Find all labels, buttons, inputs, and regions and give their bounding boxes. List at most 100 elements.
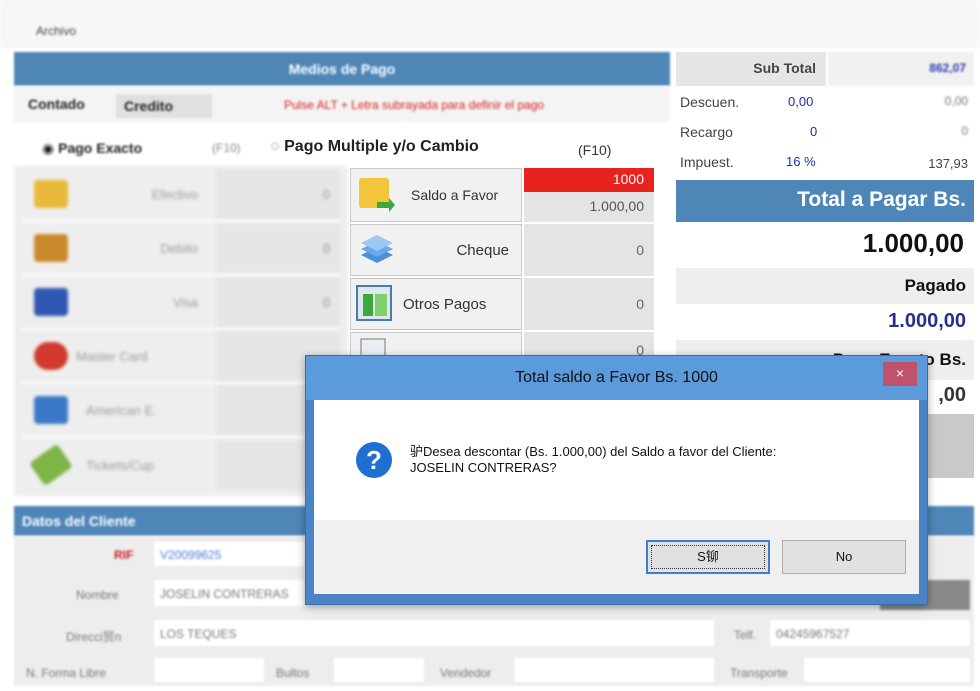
radio-exacto-key: (F10) bbox=[212, 141, 241, 155]
method-value[interactable]: 0 bbox=[216, 223, 340, 273]
total-pagar-value: 1.000,00 bbox=[862, 228, 964, 258]
method-american[interactable]: American E. bbox=[22, 384, 340, 438]
nombre-field[interactable]: JOSELIN CONTRERAS bbox=[154, 580, 304, 606]
no-button[interactable]: No bbox=[782, 540, 906, 574]
pagado-label-cell: Pagado bbox=[676, 268, 974, 304]
radio-selected-icon: ◉ bbox=[42, 140, 59, 156]
otros-pagos-input[interactable]: 0 bbox=[524, 278, 654, 330]
payment-mode-row: ◉ Pago Exacto (F10) ○ Pago Multiple y/o … bbox=[14, 130, 670, 164]
bultos-select[interactable] bbox=[334, 658, 424, 682]
method-label: Tickets/Cup bbox=[86, 457, 155, 473]
recargo-value: 0 bbox=[961, 124, 968, 138]
hint-text: Pulse ALT + Letra subrayada para definir… bbox=[284, 98, 545, 112]
saldo-favor-dialog: Total saldo a Favor Bs. 1000 × ? 驴Desea … bbox=[305, 355, 928, 605]
tab-credito[interactable]: Credito bbox=[116, 94, 212, 118]
saldo-favor-label: Saldo a Favor bbox=[411, 187, 499, 203]
dialog-footer: S铆 No bbox=[314, 520, 919, 594]
subtotal-value: 862,07 bbox=[929, 61, 966, 75]
method-label: Debito bbox=[160, 240, 198, 256]
menu-archivo[interactable]: Archivo bbox=[36, 24, 76, 38]
telf-label: Telf. bbox=[734, 628, 757, 642]
direccion-field[interactable]: LOS TEQUES bbox=[154, 620, 714, 646]
subtotal-label: Sub Total bbox=[753, 60, 816, 76]
tab-contado[interactable]: Contado bbox=[28, 96, 85, 112]
dialog-message: 驴Desea descontar (Bs. 1.000,00) del Sald… bbox=[410, 444, 910, 476]
telf-field[interactable]: 04245967527 bbox=[770, 620, 970, 646]
menu-bar: Archivo bbox=[0, 0, 980, 48]
radio-pago-exacto[interactable]: ◉ Pago Exacto bbox=[42, 140, 142, 157]
subtotal-label-cell: Sub Total bbox=[676, 52, 826, 86]
descuento-pct[interactable]: 0,00 bbox=[788, 94, 813, 109]
vendedor-label: Vendedor bbox=[440, 666, 492, 680]
descuento-value: 0,00 bbox=[944, 94, 968, 108]
action-button-area[interactable] bbox=[928, 414, 974, 478]
method-value[interactable]: 0 bbox=[216, 277, 340, 327]
rif-label: RIF bbox=[114, 548, 134, 562]
rif-value: V20099625 bbox=[160, 548, 222, 562]
bultos-label: Bultos bbox=[276, 666, 310, 680]
wallet-icon bbox=[359, 178, 395, 212]
recargo-pct[interactable]: 0 bbox=[810, 124, 817, 139]
cheque-input[interactable]: 0 bbox=[524, 224, 654, 276]
pagado-value: 1.000,00 bbox=[888, 310, 966, 332]
vendedor-select[interactable] bbox=[514, 658, 714, 682]
dialog-message-line1: 驴Desea descontar (Bs. 1.000,00) del Sald… bbox=[410, 444, 777, 459]
saldo-favor-available: 1000 bbox=[524, 168, 654, 192]
medios-pago-header: Medios de Pago bbox=[14, 52, 670, 86]
total-pagar-label: Total a Pagar Bs. bbox=[797, 188, 966, 211]
otros-pagos-label: Otros Pagos bbox=[403, 295, 487, 313]
mastercard-icon bbox=[34, 342, 68, 370]
coins-icon bbox=[34, 180, 68, 208]
method-value[interactable]: 0 bbox=[216, 169, 340, 219]
otros-pagos-icon bbox=[356, 285, 392, 321]
otros-pagos-button[interactable]: Otros Pagos bbox=[350, 278, 522, 330]
method-efectivo[interactable]: Efectivo 0 bbox=[22, 168, 340, 222]
method-list: Efectivo 0 Debito 0 Visa 0 Master Card A… bbox=[22, 168, 340, 492]
recargo-label: Recargo bbox=[680, 124, 733, 140]
close-icon[interactable]: × bbox=[883, 362, 917, 386]
method-visa[interactable]: Visa 0 bbox=[22, 276, 340, 330]
card-icon bbox=[34, 234, 68, 262]
method-mastercard[interactable]: Master Card bbox=[22, 330, 340, 384]
nombre-value: JOSELIN CONTRERAS bbox=[160, 587, 289, 601]
ticket-icon bbox=[29, 443, 73, 487]
visa-icon bbox=[34, 288, 68, 316]
transporte-label: Transporte bbox=[730, 666, 788, 680]
cheque-label: Cheque bbox=[456, 241, 509, 259]
method-label: Master Card bbox=[76, 348, 148, 364]
total-pagar-cell: 1.000,00 bbox=[676, 222, 974, 268]
adjustments-panel: Descuen. 0,00 0,00 Recargo 0 0 Impuest. … bbox=[676, 90, 974, 180]
saldo-favor-button[interactable]: Saldo a Favor bbox=[350, 168, 522, 222]
dialog-title: Total saldo a Favor Bs. 1000 bbox=[306, 356, 927, 400]
dialog-message-line2: JOSELIN CONTRERAS? bbox=[410, 460, 557, 475]
yes-button[interactable]: S铆 bbox=[646, 540, 770, 574]
radio-pago-multiple[interactable]: ○ Pago Multiple y/o Cambio bbox=[270, 138, 479, 156]
impuesto-pct: 16 % bbox=[786, 154, 816, 169]
dialog-body: ? 驴Desea descontar (Bs. 1.000,00) del Sa… bbox=[314, 400, 919, 520]
radio-unselected-icon: ○ bbox=[270, 138, 280, 155]
forma-libre-field[interactable] bbox=[154, 658, 264, 682]
method-tickets[interactable]: Tickets/Cup bbox=[22, 438, 340, 492]
cheque-button[interactable]: Cheque bbox=[350, 224, 522, 276]
method-label: Efectivo bbox=[151, 186, 198, 202]
method-label: American E. bbox=[86, 402, 157, 418]
method-debito[interactable]: Debito 0 bbox=[22, 222, 340, 276]
transporte-select[interactable] bbox=[804, 658, 970, 682]
rif-field[interactable]: V20099625 bbox=[154, 542, 304, 566]
left-payment-methods: Efectivo 0 Debito 0 Visa 0 Master Card A… bbox=[14, 166, 348, 496]
telf-value: 04245967527 bbox=[776, 627, 850, 641]
descuento-label: Descuen. bbox=[680, 94, 740, 110]
impuesto-label: Impuest. bbox=[680, 154, 734, 170]
pago-exacto-value: ,00 bbox=[938, 384, 966, 406]
direccion-value: LOS TEQUES bbox=[160, 627, 237, 641]
radio-multiple-key: (F10) bbox=[578, 142, 612, 158]
method-label: Visa bbox=[172, 294, 198, 310]
impuesto-value: 137,93 bbox=[928, 156, 968, 171]
saldo-favor-input[interactable]: 1.000,00 bbox=[524, 192, 654, 222]
total-pagar-header: Total a Pagar Bs. bbox=[676, 180, 974, 222]
forma-libre-label: N. Forma Libre bbox=[26, 666, 107, 680]
nombre-label: Nombre bbox=[76, 588, 119, 602]
subtotal-value-cell: 862,07 bbox=[828, 52, 974, 86]
question-icon: ? bbox=[356, 442, 392, 478]
amex-icon bbox=[34, 396, 68, 424]
